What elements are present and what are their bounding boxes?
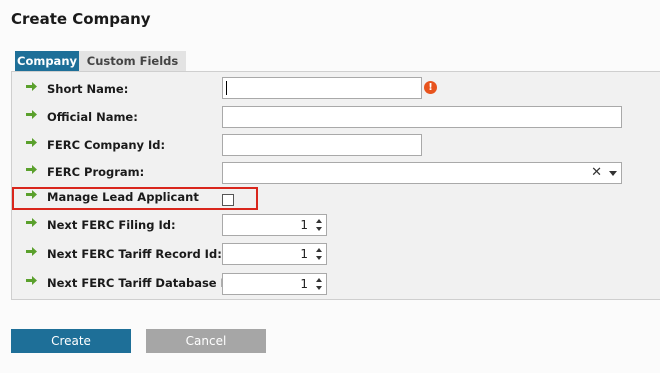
spin-up-icon[interactable] bbox=[316, 278, 322, 282]
spinner-value: 1 bbox=[300, 247, 308, 261]
official-name-input[interactable] bbox=[222, 106, 622, 128]
spinner-value: 1 bbox=[300, 277, 308, 291]
green-arrow-icon bbox=[26, 138, 37, 147]
next-ferc-tariff-record-id-label: Next FERC Tariff Record Id: bbox=[47, 247, 222, 261]
create-button[interactable]: Create bbox=[11, 329, 131, 353]
green-arrow-icon bbox=[26, 218, 37, 227]
next-ferc-tariff-database-id-label: Next FERC Tariff Database Id: bbox=[47, 276, 238, 290]
green-arrow-icon bbox=[26, 247, 37, 256]
chevron-down-icon[interactable] bbox=[609, 171, 617, 176]
error-icon: ! bbox=[424, 81, 437, 94]
tab-custom-fields[interactable]: Custom Fields bbox=[79, 51, 186, 71]
text-cursor bbox=[226, 81, 227, 95]
row-next-ferc-tariff-record-id: Next FERC Tariff Record Id: bbox=[11, 241, 660, 267]
ferc-program-select[interactable]: ✕ bbox=[222, 162, 622, 184]
spin-down-icon[interactable] bbox=[316, 227, 322, 231]
tab-company[interactable]: Company bbox=[15, 51, 79, 71]
ferc-company-id-input[interactable] bbox=[222, 134, 422, 156]
next-ferc-filing-id-label: Next FERC Filing Id: bbox=[47, 218, 176, 232]
green-arrow-icon bbox=[26, 165, 37, 174]
ferc-company-id-label: FERC Company Id: bbox=[47, 138, 166, 152]
next-ferc-tariff-record-id-spinner[interactable]: 1 bbox=[222, 243, 327, 265]
highlight-box bbox=[12, 187, 258, 210]
row-next-ferc-filing-id: Next FERC Filing Id: bbox=[11, 212, 660, 238]
spin-up-icon[interactable] bbox=[316, 219, 322, 223]
green-arrow-icon bbox=[26, 110, 37, 119]
next-ferc-tariff-database-id-spinner[interactable]: 1 bbox=[222, 273, 327, 295]
spinner-value: 1 bbox=[300, 218, 308, 232]
next-ferc-filing-id-spinner[interactable]: 1 bbox=[222, 214, 327, 236]
ferc-program-label: FERC Program: bbox=[47, 165, 145, 179]
spin-up-icon[interactable] bbox=[316, 248, 322, 252]
spin-down-icon[interactable] bbox=[316, 256, 322, 260]
clear-icon[interactable]: ✕ bbox=[591, 165, 602, 180]
spin-down-icon[interactable] bbox=[316, 286, 322, 290]
green-arrow-icon bbox=[26, 276, 37, 285]
official-name-label: Official Name: bbox=[47, 110, 138, 124]
cancel-button[interactable]: Cancel bbox=[146, 329, 266, 353]
page-title: Create Company bbox=[11, 10, 151, 28]
short-name-input[interactable] bbox=[222, 77, 422, 99]
short-name-label: Short Name: bbox=[47, 82, 129, 96]
row-next-ferc-tariff-database-id: Next FERC Tariff Database Id: bbox=[11, 270, 660, 296]
green-arrow-icon bbox=[26, 82, 37, 91]
